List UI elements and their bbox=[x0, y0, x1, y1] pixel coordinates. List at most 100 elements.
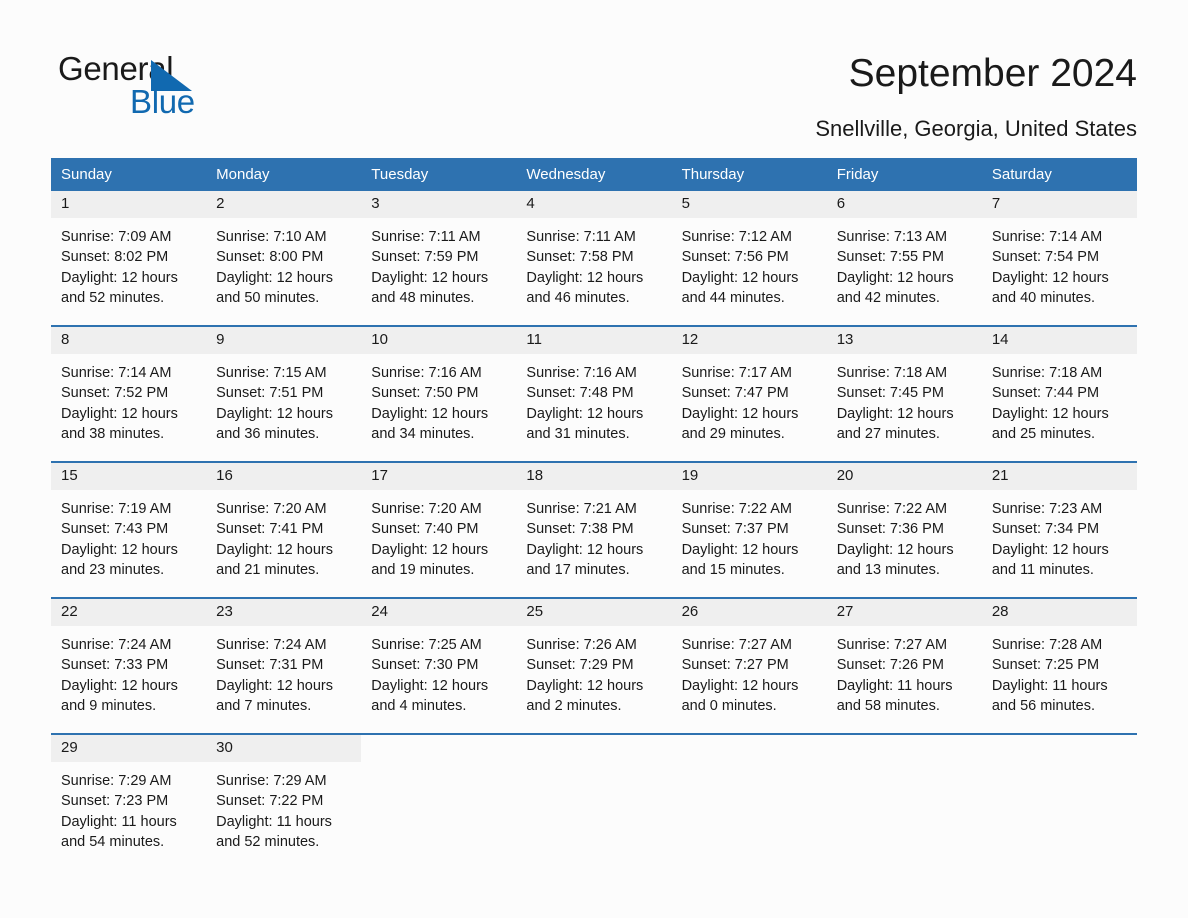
day-cell-28[interactable]: 28 Sunrise: 7:28 AM Sunset: 7:25 PM Dayl… bbox=[981, 599, 1137, 733]
day-cell-26[interactable]: 26 Sunrise: 7:27 AM Sunset: 7:27 PM Dayl… bbox=[671, 599, 827, 733]
calendar-cell[interactable]: 6 Sunrise: 7:13 AM Sunset: 7:55 PM Dayli… bbox=[826, 191, 982, 326]
calendar-cell[interactable]: 23 Sunrise: 7:24 AM Sunset: 7:31 PM Dayl… bbox=[206, 597, 362, 734]
calendar-cell[interactable]: 19 Sunrise: 7:22 AM Sunset: 7:37 PM Dayl… bbox=[671, 461, 827, 598]
day-cell-13[interactable]: 13 Sunrise: 7:18 AM Sunset: 7:45 PM Dayl… bbox=[826, 327, 982, 461]
calendar-cell[interactable]: 21 Sunrise: 7:23 AM Sunset: 7:34 PM Dayl… bbox=[981, 461, 1137, 598]
day-cell-12[interactable]: 12 Sunrise: 7:17 AM Sunset: 7:47 PM Dayl… bbox=[671, 327, 827, 461]
calendar-cell[interactable]: 20 Sunrise: 7:22 AM Sunset: 7:36 PM Dayl… bbox=[826, 461, 982, 598]
calendar-cell[interactable]: 13 Sunrise: 7:18 AM Sunset: 7:45 PM Dayl… bbox=[826, 325, 982, 462]
day-cell-11[interactable]: 11 Sunrise: 7:16 AM Sunset: 7:48 PM Dayl… bbox=[516, 327, 672, 461]
day-cell-8[interactable]: 8 Sunrise: 7:14 AM Sunset: 7:52 PM Dayli… bbox=[51, 327, 207, 461]
daylight-text-line2: and 2 minutes. bbox=[526, 697, 622, 714]
general-blue-logo: General Blue bbox=[58, 50, 318, 126]
calendar-cell[interactable]: 17 Sunrise: 7:20 AM Sunset: 7:40 PM Dayl… bbox=[361, 461, 517, 598]
day-cell-29[interactable]: 29 Sunrise: 7:29 AM Sunset: 7:23 PM Dayl… bbox=[51, 735, 207, 869]
day-cell-17[interactable]: 17 Sunrise: 7:20 AM Sunset: 7:40 PM Dayl… bbox=[361, 463, 517, 597]
calendar-cell[interactable]: 29 Sunrise: 7:29 AM Sunset: 7:23 PM Dayl… bbox=[51, 733, 207, 869]
daylight-text-line2: and 0 minutes. bbox=[681, 697, 777, 714]
calendar-cell[interactable]: 7 Sunrise: 7:14 AM Sunset: 7:54 PM Dayli… bbox=[981, 191, 1137, 326]
calendar-cell[interactable]: 15 Sunrise: 7:19 AM Sunset: 7:43 PM Dayl… bbox=[51, 461, 207, 598]
calendar-cell[interactable]: 5 Sunrise: 7:12 AM Sunset: 7:56 PM Dayli… bbox=[671, 191, 827, 326]
day-cell-19[interactable]: 19 Sunrise: 7:22 AM Sunset: 7:37 PM Dayl… bbox=[671, 463, 827, 597]
calendar-cell[interactable]: 30 Sunrise: 7:29 AM Sunset: 7:22 PM Dayl… bbox=[206, 733, 362, 869]
day-cell-2[interactable]: 2 Sunrise: 7:10 AM Sunset: 8:00 PM Dayli… bbox=[206, 191, 362, 325]
day-number-band: 11 bbox=[516, 327, 672, 354]
sunset-text: Sunset: 7:30 PM bbox=[371, 657, 479, 674]
day-info: Sunrise: 7:21 AM Sunset: 7:38 PM Dayligh… bbox=[516, 490, 671, 580]
sunrise-text: Sunrise: 7:24 AM bbox=[61, 637, 172, 653]
sunset-text: Sunset: 7:37 PM bbox=[681, 521, 789, 538]
calendar-cell[interactable]: 25 Sunrise: 7:26 AM Sunset: 7:29 PM Dayl… bbox=[516, 597, 672, 734]
calendar-cell[interactable]: 4 Sunrise: 7:11 AM Sunset: 7:58 PM Dayli… bbox=[516, 191, 672, 326]
sunrise-text: Sunrise: 7:11 AM bbox=[526, 229, 636, 245]
calendar-cell[interactable]: 1 Sunrise: 7:09 AM Sunset: 8:02 PM Dayli… bbox=[51, 191, 207, 326]
daylight-text-line1: Daylight: 12 hours bbox=[836, 269, 954, 286]
day-cell-5[interactable]: 5 Sunrise: 7:12 AM Sunset: 7:56 PM Dayli… bbox=[671, 191, 827, 325]
day-cell-21[interactable]: 21 Sunrise: 7:23 AM Sunset: 7:34 PM Dayl… bbox=[981, 463, 1137, 597]
calendar-cell[interactable]: 14 Sunrise: 7:18 AM Sunset: 7:44 PM Dayl… bbox=[981, 325, 1137, 462]
calendar-cell[interactable]: 12 Sunrise: 7:17 AM Sunset: 7:47 PM Dayl… bbox=[671, 325, 827, 462]
sunrise-text: Sunrise: 7:25 AM bbox=[371, 637, 482, 653]
sunrise-text: Sunrise: 7:26 AM bbox=[526, 637, 637, 653]
day-cell-empty bbox=[981, 735, 1137, 869]
calendar-cell[interactable]: 9 Sunrise: 7:15 AM Sunset: 7:51 PM Dayli… bbox=[206, 325, 362, 462]
day-cell-27[interactable]: 27 Sunrise: 7:27 AM Sunset: 7:26 PM Dayl… bbox=[826, 599, 982, 733]
weekday-header-saturday: Saturday bbox=[981, 158, 1137, 191]
day-cell-7[interactable]: 7 Sunrise: 7:14 AM Sunset: 7:54 PM Dayli… bbox=[981, 191, 1137, 325]
day-cell-30[interactable]: 30 Sunrise: 7:29 AM Sunset: 7:22 PM Dayl… bbox=[206, 735, 362, 869]
sunrise-text: Sunrise: 7:12 AM bbox=[681, 229, 792, 245]
day-cell-20[interactable]: 20 Sunrise: 7:22 AM Sunset: 7:36 PM Dayl… bbox=[826, 463, 982, 597]
calendar-cell[interactable]: 3 Sunrise: 7:11 AM Sunset: 7:59 PM Dayli… bbox=[361, 191, 517, 326]
calendar-header-row-group: Sunday Monday Tuesday Wednesday Thursday… bbox=[51, 158, 1137, 191]
calendar-cell[interactable]: 24 Sunrise: 7:25 AM Sunset: 7:30 PM Dayl… bbox=[361, 597, 517, 734]
sunset-text: Sunset: 7:45 PM bbox=[836, 385, 944, 402]
day-cell-4[interactable]: 4 Sunrise: 7:11 AM Sunset: 7:58 PM Dayli… bbox=[516, 191, 672, 325]
sunset-text: Sunset: 7:36 PM bbox=[836, 521, 944, 538]
daylight-text-line1: Daylight: 11 hours bbox=[216, 813, 332, 830]
calendar-cell[interactable]: 10 Sunrise: 7:16 AM Sunset: 7:50 PM Dayl… bbox=[361, 325, 517, 462]
day-cell-9[interactable]: 9 Sunrise: 7:15 AM Sunset: 7:51 PM Dayli… bbox=[206, 327, 362, 461]
day-cell-14[interactable]: 14 Sunrise: 7:18 AM Sunset: 7:44 PM Dayl… bbox=[981, 327, 1137, 461]
day-number: 18 bbox=[526, 467, 544, 484]
day-cell-1[interactable]: 1 Sunrise: 7:09 AM Sunset: 8:02 PM Dayli… bbox=[51, 191, 207, 325]
calendar-cell[interactable]: 28 Sunrise: 7:28 AM Sunset: 7:25 PM Dayl… bbox=[981, 597, 1137, 734]
daylight-text-line1: Daylight: 12 hours bbox=[216, 677, 334, 694]
day-cell-25[interactable]: 25 Sunrise: 7:26 AM Sunset: 7:29 PM Dayl… bbox=[516, 599, 672, 733]
day-number-band: 13 bbox=[826, 327, 982, 354]
sunrise-text: Sunrise: 7:21 AM bbox=[526, 501, 637, 517]
day-number-band: 23 bbox=[206, 599, 362, 626]
day-number: 30 bbox=[216, 739, 233, 756]
day-cell-24[interactable]: 24 Sunrise: 7:25 AM Sunset: 7:30 PM Dayl… bbox=[361, 599, 517, 733]
calendar-cell[interactable]: 26 Sunrise: 7:27 AM Sunset: 7:27 PM Dayl… bbox=[671, 597, 827, 734]
calendar-cell[interactable]: 27 Sunrise: 7:27 AM Sunset: 7:26 PM Dayl… bbox=[826, 597, 982, 734]
day-cell-3[interactable]: 3 Sunrise: 7:11 AM Sunset: 7:59 PM Dayli… bbox=[361, 191, 517, 325]
calendar-cell[interactable]: 16 Sunrise: 7:20 AM Sunset: 7:41 PM Dayl… bbox=[206, 461, 362, 598]
day-cell-23[interactable]: 23 Sunrise: 7:24 AM Sunset: 7:31 PM Dayl… bbox=[206, 599, 362, 733]
day-number-band: 16 bbox=[206, 463, 362, 490]
day-number-band bbox=[982, 735, 1137, 762]
sunrise-text: Sunrise: 7:14 AM bbox=[991, 229, 1103, 245]
day-number: 8 bbox=[61, 331, 70, 348]
day-cell-16[interactable]: 16 Sunrise: 7:20 AM Sunset: 7:41 PM Dayl… bbox=[206, 463, 362, 597]
daylight-text-line1: Daylight: 12 hours bbox=[371, 405, 489, 422]
day-cell-6[interactable]: 6 Sunrise: 7:13 AM Sunset: 7:55 PM Dayli… bbox=[826, 191, 982, 325]
calendar-cell[interactable]: 2 Sunrise: 7:10 AM Sunset: 8:00 PM Dayli… bbox=[206, 191, 362, 326]
day-cell-22[interactable]: 22 Sunrise: 7:24 AM Sunset: 7:33 PM Dayl… bbox=[51, 599, 207, 733]
sunset-text: Sunset: 7:23 PM bbox=[61, 793, 169, 810]
day-cell-15[interactable]: 15 Sunrise: 7:19 AM Sunset: 7:43 PM Dayl… bbox=[51, 463, 207, 597]
day-info: Sunrise: 7:24 AM Sunset: 7:33 PM Dayligh… bbox=[51, 626, 206, 716]
daylight-text-line1: Daylight: 12 hours bbox=[526, 405, 644, 422]
sunrise-text: Sunrise: 7:13 AM bbox=[836, 229, 948, 245]
location-subtitle: Snellville, Georgia, United States bbox=[815, 116, 1137, 141]
day-info: Sunrise: 7:20 AM Sunset: 7:41 PM Dayligh… bbox=[206, 490, 361, 580]
day-number-band: 19 bbox=[671, 463, 827, 490]
day-info: Sunrise: 7:20 AM Sunset: 7:40 PM Dayligh… bbox=[361, 490, 516, 580]
daylight-text-line1: Daylight: 12 hours bbox=[61, 269, 178, 286]
calendar-cell[interactable]: 22 Sunrise: 7:24 AM Sunset: 7:33 PM Dayl… bbox=[51, 597, 207, 734]
day-cell-18[interactable]: 18 Sunrise: 7:21 AM Sunset: 7:38 PM Dayl… bbox=[516, 463, 672, 597]
calendar-cell[interactable]: 11 Sunrise: 7:16 AM Sunset: 7:48 PM Dayl… bbox=[516, 325, 672, 462]
day-info: Sunrise: 7:28 AM Sunset: 7:25 PM Dayligh… bbox=[982, 626, 1137, 716]
calendar-cell[interactable]: 18 Sunrise: 7:21 AM Sunset: 7:38 PM Dayl… bbox=[516, 461, 672, 598]
calendar-cell[interactable]: 8 Sunrise: 7:14 AM Sunset: 7:52 PM Dayli… bbox=[51, 325, 207, 462]
day-cell-10[interactable]: 10 Sunrise: 7:16 AM Sunset: 7:50 PM Dayl… bbox=[361, 327, 517, 461]
